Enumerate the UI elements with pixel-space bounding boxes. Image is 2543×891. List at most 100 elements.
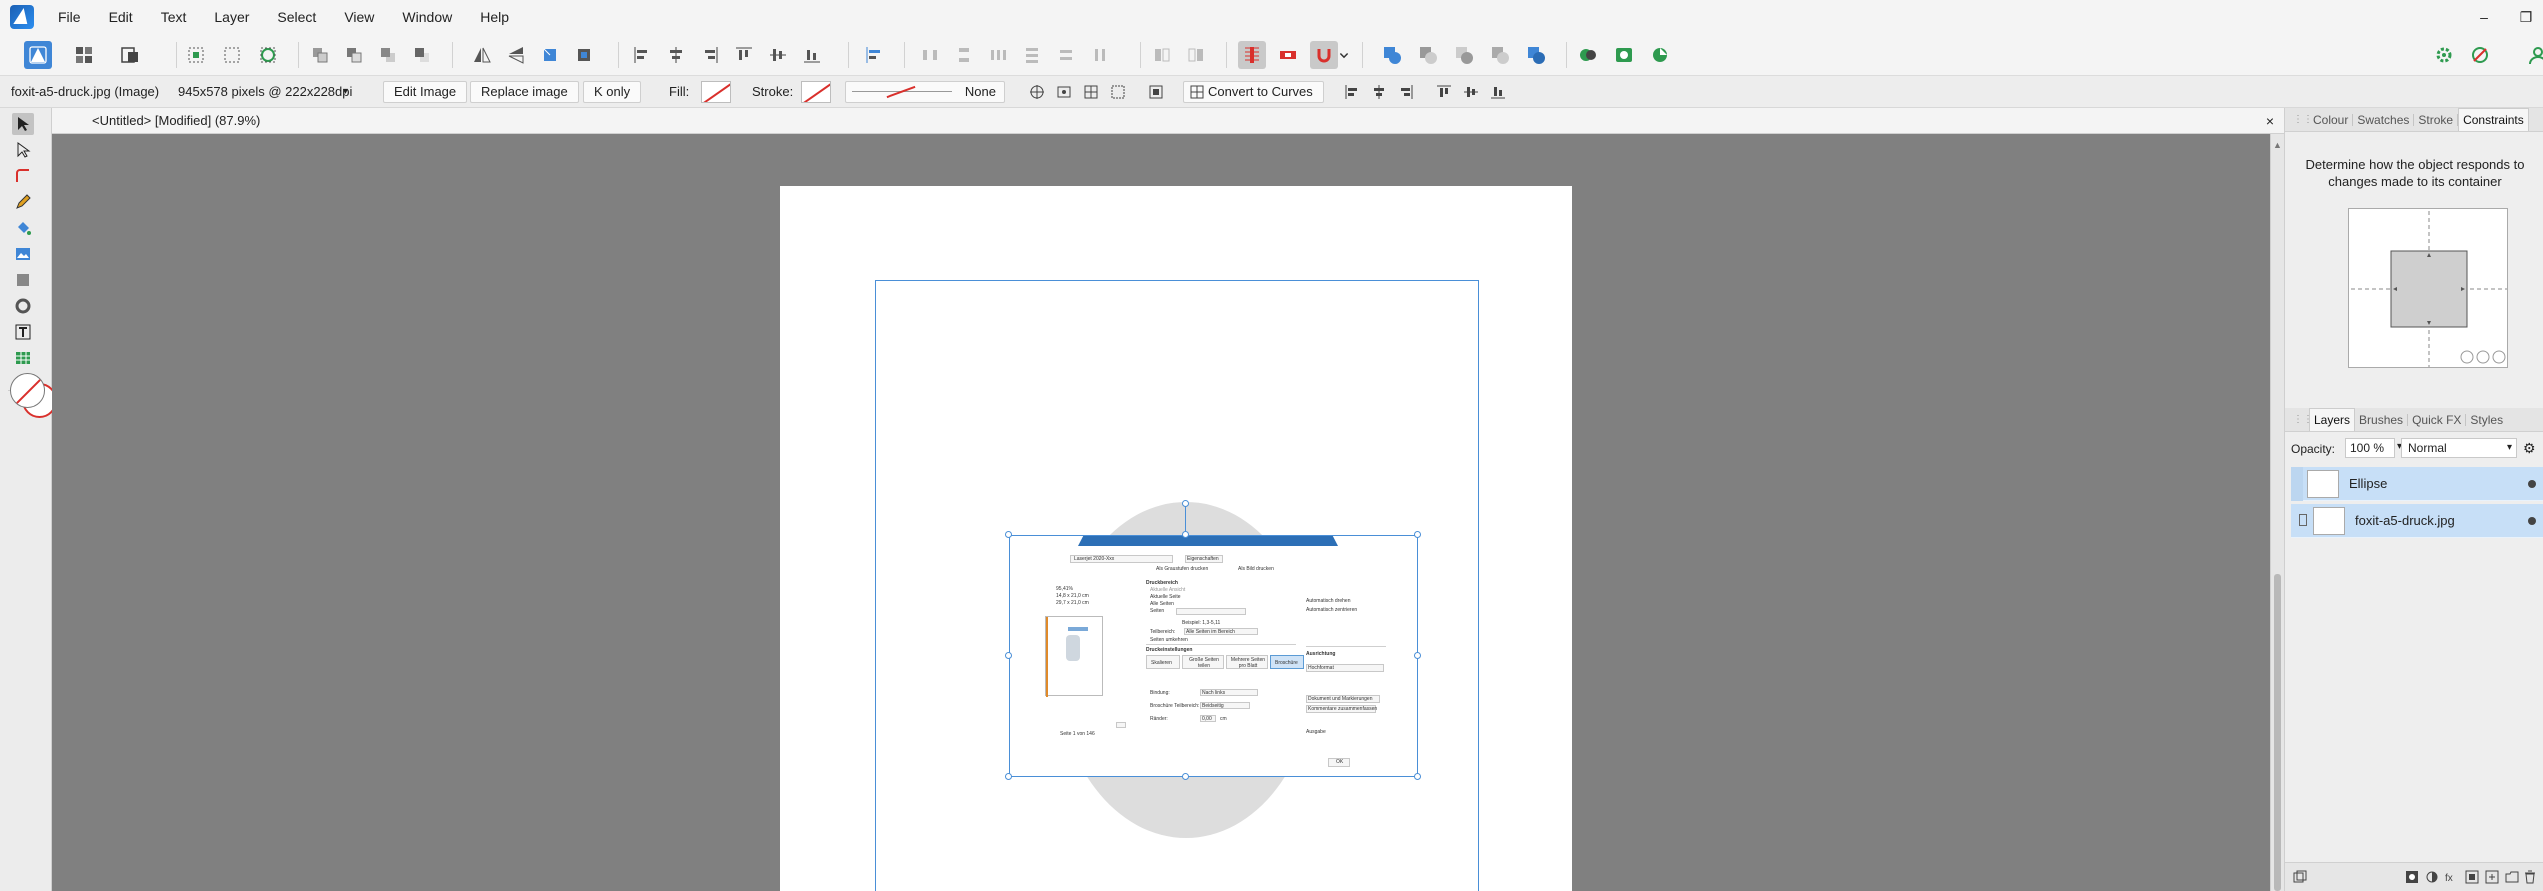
move-tool-icon[interactable] bbox=[12, 113, 34, 135]
minimize-button[interactable]: – bbox=[2477, 9, 2491, 25]
dimensions-chevron-icon[interactable]: ▾ bbox=[343, 76, 348, 108]
snap-toggle-icon[interactable] bbox=[1274, 41, 1302, 69]
menu-select[interactable]: Select bbox=[263, 0, 330, 34]
space-vertical-icon[interactable] bbox=[950, 41, 978, 69]
tab-quick-fx[interactable]: Quick FX bbox=[2408, 413, 2467, 426]
add-shape-icon[interactable] bbox=[1378, 41, 1406, 69]
opacity-field[interactable]: 100 % bbox=[2345, 438, 2395, 458]
fx-icon[interactable]: fx bbox=[2445, 870, 2459, 884]
add-pixel-layer-icon[interactable] bbox=[2293, 870, 2307, 884]
arrange-back-icon[interactable] bbox=[306, 41, 334, 69]
select-none-icon[interactable] bbox=[218, 41, 246, 69]
flip-vertical-icon[interactable] bbox=[502, 41, 530, 69]
table-tool-icon[interactable] bbox=[12, 347, 34, 369]
fill-tool-icon[interactable] bbox=[12, 217, 34, 239]
document-tab[interactable]: <Untitled> [Modified] (87.9%) × bbox=[52, 108, 2284, 134]
pencil-tool-icon[interactable] bbox=[12, 191, 34, 213]
menu-text[interactable]: Text bbox=[147, 0, 201, 34]
ctx-align-middle-icon[interactable] bbox=[1462, 83, 1480, 101]
align-right-icon[interactable] bbox=[696, 41, 724, 69]
menu-view[interactable]: View bbox=[330, 0, 388, 34]
align-top-icon[interactable] bbox=[730, 41, 758, 69]
assistant-icon[interactable] bbox=[1574, 41, 1602, 69]
pixel-persona-icon[interactable] bbox=[70, 41, 98, 69]
select-all-icon[interactable] bbox=[182, 41, 210, 69]
magnet-icon[interactable] bbox=[1310, 41, 1338, 69]
fill-swatch[interactable] bbox=[701, 81, 731, 103]
tab-swatches[interactable]: Swatches bbox=[2353, 113, 2415, 126]
tab-styles[interactable]: Styles bbox=[2466, 414, 2507, 426]
replace-image-button[interactable]: Replace image bbox=[470, 81, 579, 103]
k-only-button[interactable]: K only bbox=[583, 81, 642, 103]
canvas-area[interactable]: Laserjet 2020-Xxx Eigenschaften Als Grau… bbox=[52, 134, 2270, 891]
transform-origin-icon[interactable] bbox=[1028, 83, 1046, 101]
delete-layer-icon[interactable] bbox=[2523, 870, 2537, 884]
subtract-shape-icon[interactable] bbox=[1414, 41, 1442, 69]
arrange-backward-icon[interactable] bbox=[340, 41, 368, 69]
snapping-icon[interactable] bbox=[1238, 41, 1266, 69]
align-left-icon[interactable] bbox=[628, 41, 656, 69]
handle-top-left[interactable] bbox=[1005, 531, 1012, 538]
snap-options-chevron-icon[interactable] bbox=[1336, 41, 1352, 69]
lock-icon[interactable] bbox=[2299, 514, 2307, 526]
place-image-icon[interactable] bbox=[12, 243, 34, 265]
ctx-align-bottom-icon[interactable] bbox=[1489, 83, 1507, 101]
crop-icon[interactable] bbox=[1109, 83, 1127, 101]
rotation-handle[interactable] bbox=[1182, 500, 1189, 507]
export-persona-icon[interactable] bbox=[116, 41, 144, 69]
menu-file[interactable]: File bbox=[44, 0, 95, 34]
constraints-widget[interactable] bbox=[2348, 208, 2508, 368]
scroll-up-icon[interactable]: ▲ bbox=[2273, 140, 2282, 150]
text-tool-icon[interactable] bbox=[12, 321, 34, 343]
handle-top-right[interactable] bbox=[1414, 531, 1421, 538]
rasterize-icon[interactable] bbox=[1147, 83, 1165, 101]
rectangle-tool-icon[interactable] bbox=[12, 269, 34, 291]
ctx-align-top-icon[interactable] bbox=[1435, 83, 1453, 101]
folder-icon[interactable] bbox=[2505, 870, 2519, 884]
handle-bottom[interactable] bbox=[1182, 773, 1189, 780]
insert-behind-icon[interactable] bbox=[1182, 41, 1210, 69]
menu-window[interactable]: Window bbox=[388, 0, 466, 34]
insert-inside-icon[interactable] bbox=[1148, 41, 1176, 69]
close-document-icon[interactable]: × bbox=[2266, 108, 2274, 134]
align-bottom-icon[interactable] bbox=[798, 41, 826, 69]
layer-row-ellipse[interactable]: Ellipse bbox=[2291, 467, 2543, 501]
ctx-align-right-icon[interactable] bbox=[1397, 83, 1415, 101]
fill-colour-icon[interactable] bbox=[10, 373, 45, 408]
handle-bottom-right[interactable] bbox=[1414, 773, 1421, 780]
layer-row-image[interactable]: foxit-a5-druck.jpg bbox=[2291, 504, 2543, 538]
visibility-dot-icon[interactable] bbox=[2528, 480, 2536, 488]
visibility-dot-icon[interactable] bbox=[2528, 517, 2536, 525]
user-icon[interactable] bbox=[2524, 41, 2543, 69]
donut-tool-icon[interactable] bbox=[12, 295, 34, 317]
tab-brushes[interactable]: Brushes bbox=[2355, 413, 2409, 426]
distribute-h-icon[interactable] bbox=[984, 41, 1012, 69]
group-icon[interactable] bbox=[2465, 870, 2479, 884]
layer-settings-gear-icon[interactable]: ⚙ bbox=[2523, 440, 2536, 457]
stroke-style-dropdown[interactable]: None bbox=[845, 81, 1005, 103]
arrange-forward-icon[interactable] bbox=[374, 41, 402, 69]
align-cols-icon[interactable] bbox=[1086, 41, 1114, 69]
convert-to-curves-button[interactable]: Convert to Curves bbox=[1183, 81, 1324, 103]
intersect-shape-icon[interactable] bbox=[1450, 41, 1478, 69]
rotate-right-icon[interactable] bbox=[570, 41, 598, 69]
arrange-front-icon[interactable] bbox=[408, 41, 436, 69]
assistant-settings-icon[interactable] bbox=[2466, 41, 2494, 69]
menu-help[interactable]: Help bbox=[466, 0, 523, 34]
menu-layer[interactable]: Layer bbox=[200, 0, 263, 34]
mask-layer-icon[interactable] bbox=[2405, 870, 2419, 884]
edit-image-button[interactable]: Edit Image bbox=[383, 81, 468, 103]
restore-button[interactable]: ❐ bbox=[2519, 9, 2533, 26]
tab-stroke[interactable]: Stroke bbox=[2414, 113, 2459, 126]
fit-icon[interactable] bbox=[1055, 83, 1073, 101]
tab-colour[interactable]: Colour bbox=[2309, 113, 2354, 126]
handle-left[interactable] bbox=[1005, 652, 1012, 659]
tab-constraints[interactable]: Constraints bbox=[2458, 108, 2529, 131]
handle-bottom-left[interactable] bbox=[1005, 773, 1012, 780]
clip-icon[interactable] bbox=[1646, 41, 1674, 69]
vertical-scrollbar[interactable]: ▲ bbox=[2270, 134, 2284, 891]
align-rows-icon[interactable] bbox=[1052, 41, 1080, 69]
mask-icon[interactable] bbox=[1610, 41, 1638, 69]
handle-right[interactable] bbox=[1414, 652, 1421, 659]
layer-expand-icon[interactable] bbox=[2291, 467, 2303, 501]
